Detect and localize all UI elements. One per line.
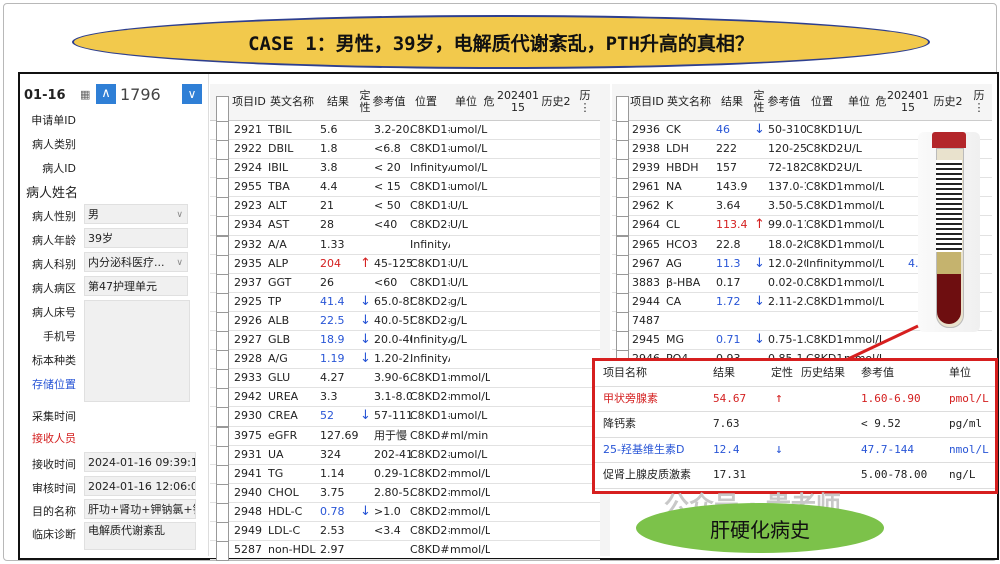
co-col-name: 项目名称 xyxy=(603,366,647,379)
co-cell-result: 12.4 xyxy=(713,442,740,456)
callout-row: 甲状旁腺素 54.67 ↑ 1.60-6.90 pmol/L xyxy=(595,387,995,413)
co-cell-name: 25-羟基维生素D xyxy=(603,442,685,456)
co-cell-unit: nmol/L xyxy=(949,442,989,456)
callout-rows: 甲状旁腺素 54.67 ↑ 1.60-6.90 pmol/L 降钙素 7.63 < 9.52 p… xyxy=(595,387,995,489)
co-col-hist: 历史结果 xyxy=(801,366,845,379)
co-cell-unit: pmol/L xyxy=(949,391,989,405)
co-cell-result: 54.67 xyxy=(713,391,747,405)
co-cell-unit: ng/L xyxy=(949,468,976,482)
co-cell-ref: 5.00-78.00 xyxy=(861,468,928,482)
hormone-results-callout: 项目名称 结果 定性 历史结果 参考值 单位 甲状旁腺素 54.67 ↑ 1.60-6… xyxy=(592,358,998,494)
co-col-unit: 单位 xyxy=(949,366,971,379)
co-cell-name: 促肾上腺皮质激素 xyxy=(603,468,691,482)
co-cell-result: 17.31 xyxy=(713,468,747,482)
co-cell-ref: < 9.52 xyxy=(861,417,901,431)
callout-row: 25-羟基维生素D 12.4 ↓ 47.7-144 nmol/L xyxy=(595,438,995,464)
arrow-down-icon: ↓ xyxy=(775,441,783,457)
co-col-flag: 定性 xyxy=(771,366,793,379)
co-cell-name: 甲状旁腺素 xyxy=(603,391,658,405)
co-cell-ref: 47.7-144 xyxy=(861,442,914,456)
arrow-up-icon: ↑ xyxy=(775,390,783,406)
callout-row: 降钙素 7.63 < 9.52 pg/ml xyxy=(595,412,995,438)
co-col-ref: 参考值 xyxy=(861,366,894,379)
history-pill: 肝硬化病史 xyxy=(636,503,884,553)
co-cell-unit: pg/ml xyxy=(949,417,983,431)
callout-header: 项目名称 结果 定性 历史结果 参考值 单位 xyxy=(595,361,995,387)
pill-text: 肝硬化病史 xyxy=(710,517,810,542)
co-cell-name: 降钙素 xyxy=(603,417,636,431)
co-cell-result: 7.63 xyxy=(713,417,740,431)
co-cell-ref: 1.60-6.90 xyxy=(861,391,921,405)
co-col-result: 结果 xyxy=(713,366,735,379)
